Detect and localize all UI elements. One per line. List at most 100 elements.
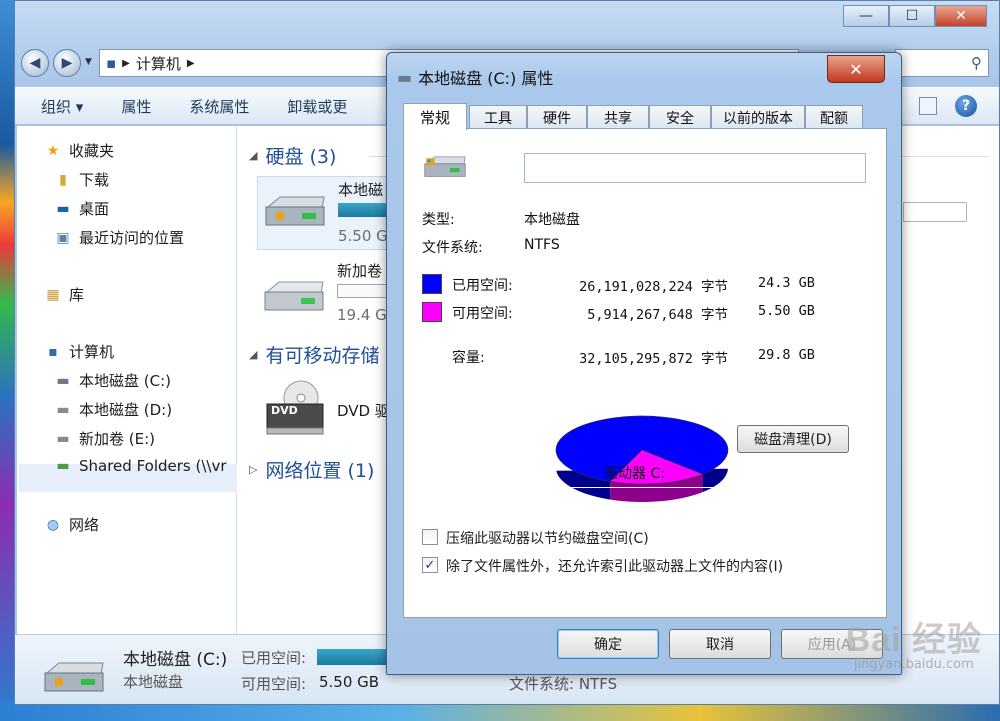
watermark-url: jingyan.baidu.com (853, 657, 974, 672)
index-checkbox[interactable]: ✓ (422, 557, 438, 573)
organize-button[interactable]: 组织 ▾ (41, 96, 83, 117)
filesystem-label: 文件系统: (422, 240, 483, 256)
library-icon: ▦ (46, 286, 60, 303)
recent-pages-arrow-icon[interactable]: ▼ (85, 57, 92, 67)
used-space-label: 已用空间: (452, 278, 513, 294)
breadcrumb-separator-icon[interactable]: ▶ (187, 58, 195, 69)
system-drive-icon (424, 156, 466, 177)
compress-label[interactable]: 压缩此驱动器以节约磁盘空间(C) (446, 528, 649, 548)
drive-letter-label: 驱动器 C: (604, 466, 665, 482)
drive-usage-bar (338, 203, 388, 217)
nav-computer[interactable]: ▪ 计算机 (43, 341, 114, 362)
dvd-label: DVD (271, 404, 298, 417)
nav-favorites[interactable]: ★ 收藏夹 (43, 140, 114, 161)
cancel-button[interactable]: 取消 (669, 629, 771, 659)
details-used-label: 已用空间: (241, 649, 307, 667)
disk-cleanup-button[interactable]: 磁盘清理(D) (737, 425, 849, 453)
computer-icon: ▪ (48, 343, 58, 360)
drive-title-icon: ▬ (397, 67, 413, 87)
watermark-logo: Bai 经验 (845, 621, 982, 659)
nav-desktop[interactable]: ▬ 桌面 (53, 198, 109, 219)
navigation-pane: ★ 收藏夹 ▮ 下载 ▬ 桌面 ▣ 最近访问的位置 ▦ 库 ▪ 计算机 ▬ 本地… (17, 126, 237, 634)
filesystem-value: NTFS (524, 237, 560, 253)
nav-shared-folders[interactable]: ▬ Shared Folders (\\vr (53, 457, 226, 475)
dialog-title-bar: ▬ 本地磁盘 (C:) 属性 (397, 65, 553, 89)
view-options-icon[interactable] (919, 97, 937, 115)
back-button[interactable]: ◀ (21, 49, 49, 77)
group-hard-disks[interactable]: ◢ 硬盘 (3) (249, 142, 336, 169)
details-free-value: 5.50 GB (319, 673, 380, 691)
nav-recent-places[interactable]: ▣ 最近访问的位置 (53, 227, 184, 248)
nav-libraries[interactable]: ▦ 库 (43, 284, 84, 305)
expand-arrow-icon[interactable]: ▷ (249, 463, 257, 476)
window-controls: — ☐ ✕ (843, 5, 987, 27)
used-space-bytes: 26,191,028,224 字节 (579, 279, 728, 295)
minimize-button[interactable]: — (843, 5, 889, 27)
details-free-label: 可用空间: (241, 675, 307, 693)
desktop-icon: ▬ (56, 200, 70, 217)
recent-places-icon: ▣ (56, 229, 70, 246)
tab-sharing[interactable]: 共享 (587, 105, 649, 129)
forward-button[interactable]: ▶ (53, 49, 81, 77)
separator (422, 265, 862, 266)
collapse-arrow-icon[interactable]: ◢ (249, 149, 257, 162)
computer-icon: ▪ (106, 54, 117, 72)
capacity-size: 29.8 GB (758, 347, 815, 363)
nav-drive-d[interactable]: ▬ 本地磁盘 (D:) (53, 399, 172, 420)
disk-usage-pie-chart (555, 415, 729, 502)
tab-quota[interactable]: 配额 (805, 105, 863, 129)
tab-security[interactable]: 安全 (649, 105, 711, 129)
collapse-arrow-icon[interactable]: ◢ (249, 348, 257, 361)
search-icon[interactable]: ⚲ (971, 54, 982, 72)
system-drive-icon: ▬ (56, 372, 70, 389)
network-drive-icon: ▬ (56, 458, 70, 474)
network-globe-icon: ◍ (46, 516, 60, 533)
separator (422, 487, 862, 488)
uninstall-button[interactable]: 卸载或更 (287, 96, 347, 117)
tab-tools[interactable]: 工具 (469, 105, 527, 129)
nav-downloads[interactable]: ▮ 下载 (53, 169, 109, 190)
free-space-bytes: 5,914,267,648 字节 (587, 307, 728, 323)
breadcrumb-separator-icon[interactable]: ▶ (122, 58, 130, 69)
properties-button[interactable]: 属性 (121, 96, 151, 117)
hard-drive-icon (264, 281, 324, 311)
compress-checkbox[interactable] (422, 529, 438, 545)
details-usage-bar (317, 649, 387, 665)
nav-drive-c[interactable]: ▬ 本地磁盘 (C:) (53, 370, 171, 391)
hard-drive-icon: ▬ (56, 401, 70, 418)
free-space-swatch (422, 302, 442, 322)
free-space-label: 可用空间: (452, 306, 513, 322)
type-value: 本地磁盘 (524, 212, 580, 228)
drive-usage-bar (337, 284, 387, 298)
drive-tile-dvd[interactable]: DVD DVD 驱 (257, 376, 390, 446)
maximize-button[interactable]: ☐ (889, 5, 935, 27)
group-removable-storage[interactable]: ◢ 有可移动存储 (249, 341, 379, 368)
dialog-close-button[interactable]: ✕ (827, 55, 885, 83)
details-filesystem: 文件系统: NTFS (509, 675, 618, 693)
check-mark-icon: ✓ (424, 557, 436, 573)
used-space-size: 24.3 GB (758, 275, 815, 291)
nav-drive-e[interactable]: ▬ 新加卷 (E:) (53, 428, 155, 449)
capacity-bytes: 32,105,295,872 字节 (579, 351, 728, 367)
type-label: 类型: (422, 212, 455, 228)
group-network-locations[interactable]: ▷ 网络位置 (1) (249, 456, 374, 483)
nav-network[interactable]: ◍ 网络 (43, 514, 99, 535)
downloads-folder-icon: ▮ (59, 171, 67, 188)
search-input[interactable]: ⚲ (895, 49, 989, 77)
help-icon[interactable]: ? (955, 95, 977, 117)
breadcrumb-computer[interactable]: 计算机 (136, 53, 181, 74)
capacity-label: 容量: (452, 350, 485, 366)
drive-tile-e[interactable]: 新加卷 19.4 G (257, 256, 387, 330)
drive-tile-c[interactable]: 本地磁 5.50 G (257, 176, 388, 250)
index-label[interactable]: 除了文件属性外，还允许索引此驱动器上文件的内容(I) (446, 556, 783, 576)
tab-hardware[interactable]: 硬件 (527, 105, 587, 129)
drive-usage-bar (903, 202, 967, 222)
volume-label-input[interactable] (524, 153, 866, 183)
tab-previous-versions[interactable]: 以前的版本 (711, 105, 805, 129)
system-drive-icon (44, 662, 104, 692)
details-type: 本地磁盘 (123, 673, 184, 691)
system-properties-button[interactable]: 系统属性 (189, 96, 249, 117)
close-button[interactable]: ✕ (935, 5, 987, 27)
tab-general[interactable]: 常规 (403, 103, 467, 130)
ok-button[interactable]: 确定 (557, 629, 659, 659)
